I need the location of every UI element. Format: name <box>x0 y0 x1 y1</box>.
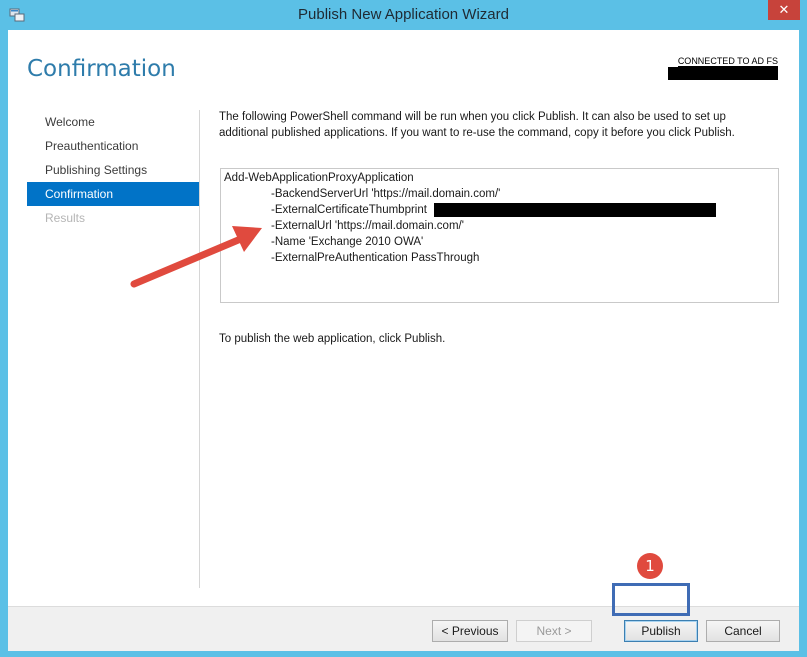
step-badge: 1 <box>637 553 663 579</box>
publish-highlight-box <box>612 583 690 616</box>
annotation-arrow <box>130 226 262 288</box>
